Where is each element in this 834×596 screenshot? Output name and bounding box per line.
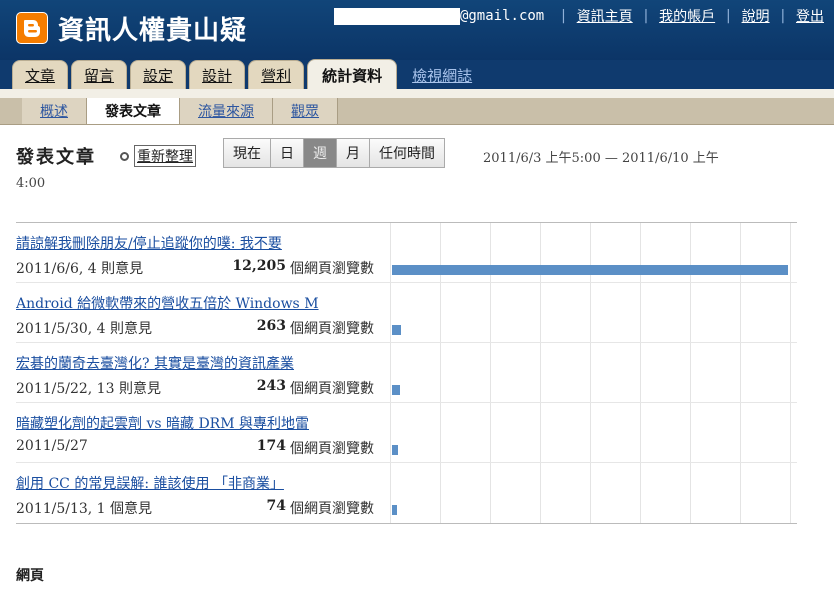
tab-stats[interactable]: 統計資料 bbox=[307, 59, 398, 90]
post-row: Android 給微軟帶來的營收五倍於 Windows M 2011/5/30,… bbox=[16, 283, 797, 343]
tab-design[interactable]: 設計 bbox=[189, 60, 246, 90]
post-title-link[interactable]: 暗藏塑化劑的起雲劑 vs 暗藏 DRM 與專利地雷 bbox=[16, 413, 334, 433]
view-blog-link[interactable]: 檢視網誌 bbox=[412, 60, 472, 90]
range-all-time-button[interactable]: 任何時間 bbox=[369, 138, 445, 168]
post-meta: 2011/5/27 bbox=[16, 438, 88, 454]
pageview-bar bbox=[392, 505, 397, 515]
pageview-bar bbox=[392, 265, 788, 275]
pageview-bar bbox=[392, 385, 400, 395]
pageview-bar bbox=[392, 445, 398, 455]
refresh-button[interactable]: 重新整理 bbox=[120, 145, 196, 167]
pageview-count: 243 bbox=[256, 378, 286, 394]
dashboard-link[interactable]: 資訊主頁 bbox=[577, 6, 633, 26]
date-range-text-cont: 4:00 bbox=[16, 176, 46, 191]
blogger-header: 資訊人權貴山疑 @gmail.com | 資訊主頁 | 我的帳戶 | 說明 | … bbox=[0, 0, 834, 63]
post-title-link[interactable]: 宏碁的蘭奇去臺灣化? 其實是臺灣的資訊產業 bbox=[16, 353, 334, 373]
post-meta: 2011/6/6, 4 則意見 bbox=[16, 261, 144, 277]
sign-out-link[interactable]: 登出 bbox=[796, 6, 824, 26]
pageview-unit: 個網頁瀏覽數 bbox=[290, 501, 374, 517]
blogger-logo-icon[interactable] bbox=[16, 12, 48, 44]
refresh-label: 重新整理 bbox=[134, 145, 196, 167]
post-row: 暗藏塑化劑的起雲劑 vs 暗藏 DRM 與專利地雷 2011/5/27 174 … bbox=[16, 403, 797, 463]
tab-monetize[interactable]: 營利 bbox=[248, 60, 305, 90]
pageview-bar bbox=[392, 325, 401, 335]
post-row: 請諒解我刪除朋友/停止追蹤你的噗: 我不要 2011/6/6, 4 則意見 12… bbox=[16, 223, 797, 283]
pageview-count: 12,205 bbox=[232, 258, 286, 274]
blog-title: 資訊人權貴山疑 bbox=[58, 16, 248, 46]
subtab-overview[interactable]: 概述 bbox=[22, 98, 87, 124]
subtab-traffic-sources[interactable]: 流量來源 bbox=[180, 98, 273, 124]
date-range-text: 2011/6/3 上午5:00 — 2011/6/10 上午 bbox=[483, 151, 719, 166]
pageview-count: 263 bbox=[256, 318, 286, 334]
post-row: 宏碁的蘭奇去臺灣化? 其實是臺灣的資訊產業 2011/5/22, 13 則意見 … bbox=[16, 343, 797, 403]
tab-comments[interactable]: 留言 bbox=[71, 60, 128, 90]
tab-posts[interactable]: 文章 bbox=[12, 60, 69, 90]
pageview-unit: 個網頁瀏覽數 bbox=[290, 441, 374, 457]
pageview-unit: 個網頁瀏覽數 bbox=[290, 261, 374, 277]
email-redacted bbox=[333, 7, 460, 25]
my-account-link[interactable]: 我的帳戶 bbox=[659, 6, 715, 26]
range-day-button[interactable]: 日 bbox=[270, 138, 304, 168]
post-title-link[interactable]: 創用 CC 的常見誤解: 誰該使用 「非商業」 bbox=[16, 473, 334, 493]
account-links: @gmail.com | 資訊主頁 | 我的帳戶 | 說明 | 登出 bbox=[333, 6, 824, 26]
email-suffix: @gmail.com bbox=[459, 8, 545, 24]
post-title-link[interactable]: Android 給微軟帶來的營收五倍於 Windows M bbox=[16, 293, 334, 313]
main-tabs: 文章 留言 設定 設計 營利 統計資料 檢視網誌 bbox=[12, 59, 472, 90]
subtab-posts[interactable]: 發表文章 bbox=[87, 98, 180, 124]
post-row: 創用 CC 的常見誤解: 誰該使用 「非商業」 2011/5/13, 1 個意見… bbox=[16, 463, 797, 523]
tab-settings[interactable]: 設定 bbox=[130, 60, 187, 90]
page-title: 發表文章 bbox=[16, 147, 96, 168]
posts-stats-table: 請諒解我刪除朋友/停止追蹤你的噗: 我不要 2011/6/6, 4 則意見 12… bbox=[16, 222, 797, 524]
post-meta: 2011/5/13, 1 個意見 bbox=[16, 501, 153, 517]
range-now-button[interactable]: 現在 bbox=[223, 138, 271, 168]
post-meta: 2011/5/30, 4 則意見 bbox=[16, 321, 153, 337]
help-link[interactable]: 說明 bbox=[742, 6, 770, 26]
post-title-link[interactable]: 請諒解我刪除朋友/停止追蹤你的噗: 我不要 bbox=[16, 233, 334, 253]
subtab-audience[interactable]: 觀眾 bbox=[273, 98, 338, 124]
pageview-unit: 個網頁瀏覽數 bbox=[290, 321, 374, 337]
range-week-button[interactable]: 週 bbox=[303, 138, 337, 168]
pageview-count: 74 bbox=[266, 498, 286, 514]
pageview-unit: 個網頁瀏覽數 bbox=[290, 381, 374, 397]
stats-subtabs: 概述 發表文章 流量來源 觀眾 bbox=[0, 98, 834, 125]
post-meta: 2011/5/22, 13 則意見 bbox=[16, 381, 161, 397]
subtab-spacer bbox=[0, 89, 834, 98]
time-range-selector: 現在 日 週 月 任何時間 bbox=[223, 138, 445, 168]
refresh-icon bbox=[120, 151, 129, 161]
pageview-count: 174 bbox=[256, 438, 286, 454]
range-month-button[interactable]: 月 bbox=[336, 138, 370, 168]
section-heading-pages: 網頁 bbox=[16, 568, 44, 584]
